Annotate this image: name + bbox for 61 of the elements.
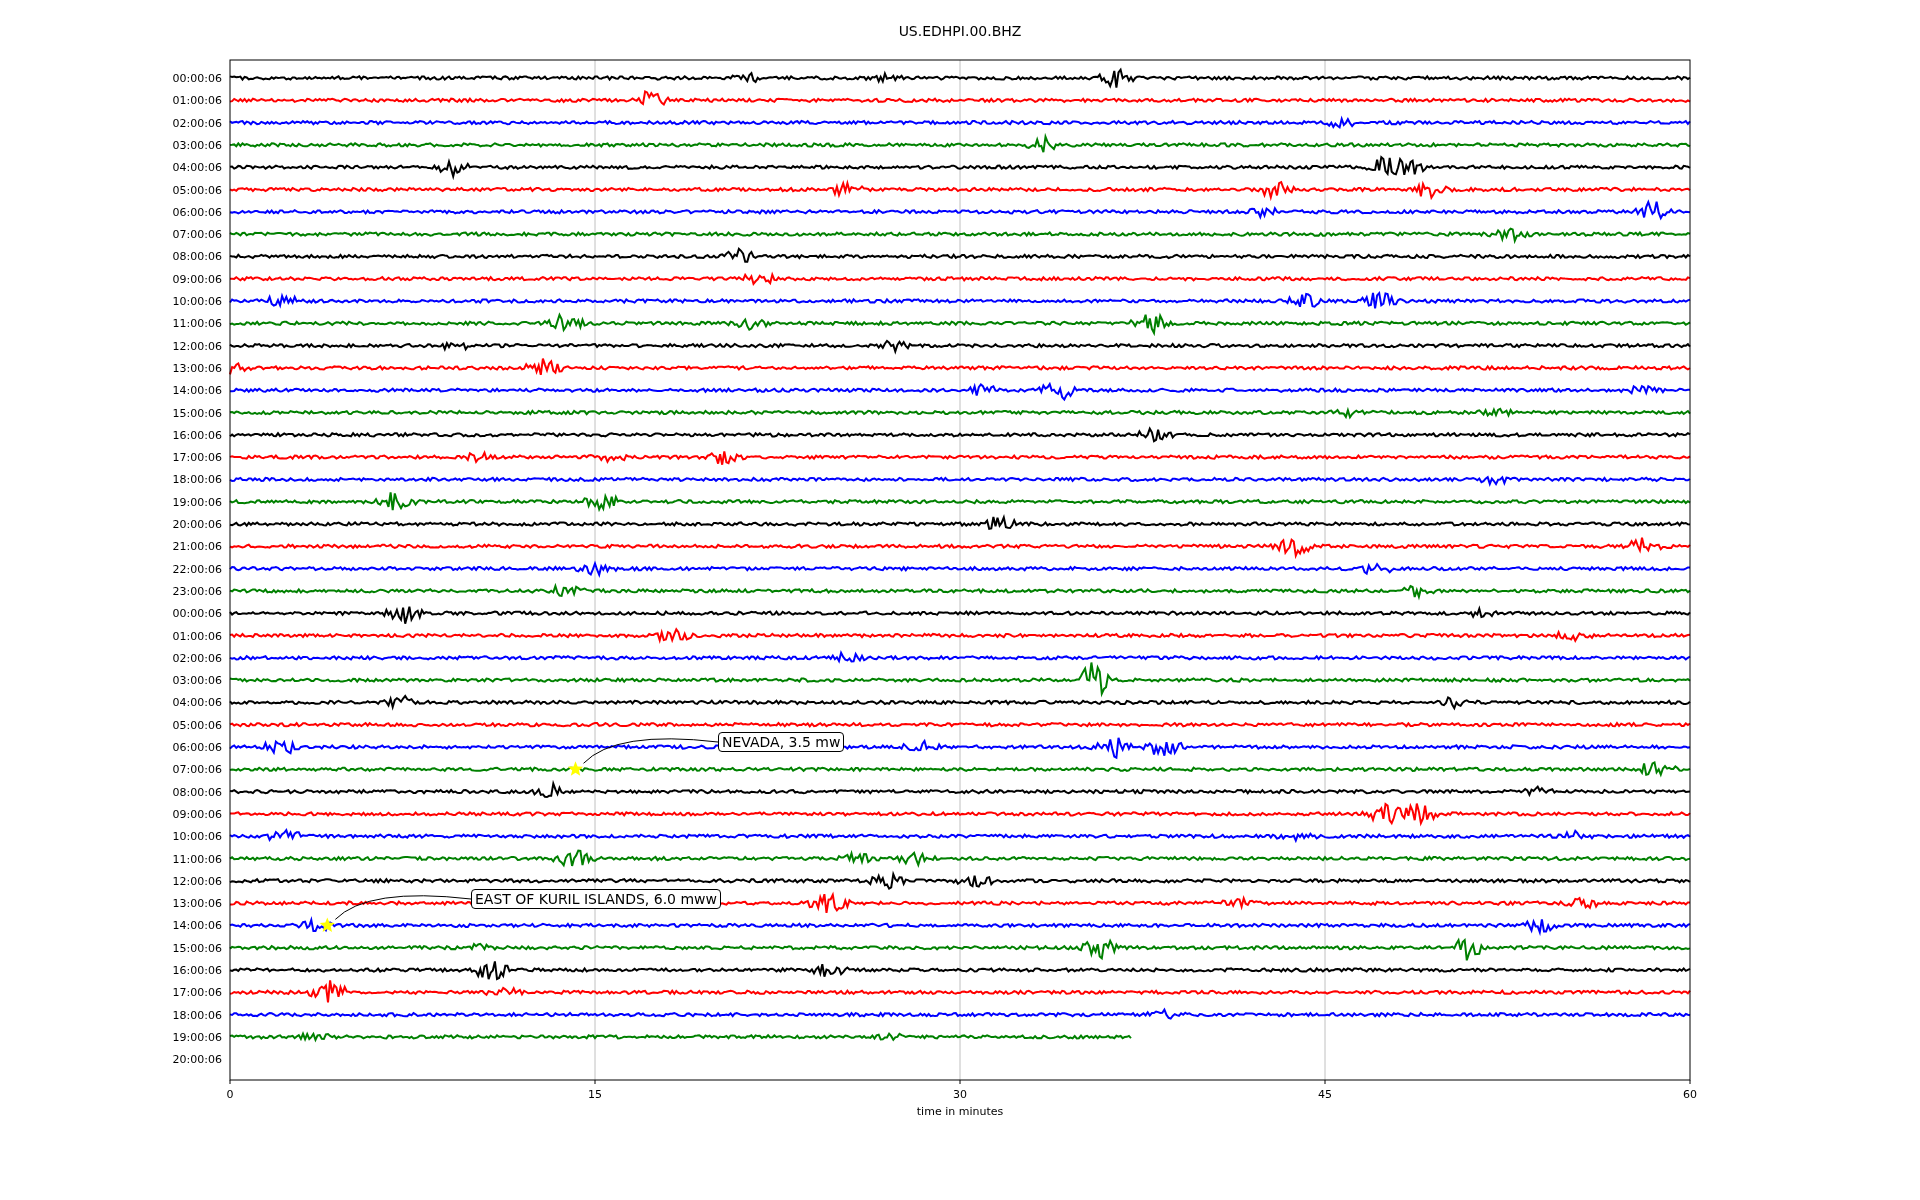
- y-tick-label: 12:00:06: [172, 874, 222, 888]
- y-tick-label: 05:00:06: [172, 183, 222, 197]
- y-tick-label: 16:00:06: [172, 964, 222, 977]
- y-tick-label: 16:00:06: [172, 428, 222, 442]
- y-tick-label: 03:00:06: [172, 138, 222, 152]
- y-tick-label: 03:00:06: [172, 674, 222, 688]
- y-tick-label: 20:00:06: [172, 518, 222, 531]
- y-tick-label: 01:00:06: [172, 94, 222, 108]
- y-tick-label: 05:00:06: [172, 718, 222, 732]
- y-tick-label: 17:00:06: [172, 451, 222, 465]
- y-tick-label: 01:00:06: [172, 629, 222, 643]
- y-tick-label: 14:00:06: [172, 384, 222, 398]
- y-tick-label: 00:00:06: [172, 72, 222, 85]
- y-tick-label: 02:00:06: [172, 651, 222, 665]
- y-tick-label: 07:00:06: [172, 228, 222, 242]
- y-tick-label: 09:00:06: [172, 272, 222, 286]
- y-tick-label: 13:00:06: [172, 897, 222, 911]
- x-axis-label: time in minutes: [915, 1104, 1005, 1120]
- y-tick-label: 19:00:06: [172, 1030, 222, 1044]
- y-tick-label: 08:00:06: [172, 250, 222, 264]
- y-tick-label: 04:00:06: [172, 161, 222, 175]
- y-tick-label: 00:00:06: [172, 607, 222, 621]
- y-tick-label: 10:00:06: [172, 295, 222, 308]
- y-tick-label: 13:00:06: [172, 361, 222, 375]
- y-tick-label: 11:00:06: [172, 317, 222, 331]
- tick-mark: [1689, 1079, 1691, 1085]
- y-tick-label: 18:00:06: [172, 473, 222, 487]
- y-tick-label: 08:00:06: [172, 785, 222, 799]
- y-tick-label: 15:00:06: [172, 941, 222, 955]
- star-icon: [319, 917, 335, 932]
- tick-mark: [1324, 1079, 1326, 1085]
- y-tick-label: 11:00:06: [172, 852, 222, 866]
- event-annotation: EAST OF KURIL ISLANDS, 6.0 mww: [471, 889, 721, 909]
- y-tick-label: 02:00:06: [172, 116, 222, 130]
- y-tick-label: 12:00:06: [172, 339, 222, 353]
- y-tick-label: 06:00:06: [172, 205, 222, 219]
- y-tick-label: 10:00:06: [172, 830, 222, 844]
- tick-mark: [594, 1079, 596, 1085]
- star-icon: [567, 761, 584, 776]
- event-annotation: NEVADA, 3.5 mw: [718, 732, 845, 752]
- y-tick-label: 06:00:06: [172, 741, 222, 754]
- y-tick-label: 21:00:06: [172, 540, 222, 554]
- y-tick-label: 09:00:06: [172, 807, 222, 821]
- tick-mark: [229, 1079, 231, 1085]
- y-tick-label: 04:00:06: [172, 696, 222, 710]
- y-tick-label: 18:00:06: [172, 1008, 222, 1022]
- chart-title: US.EDHPI.00.BHZ: [897, 22, 1023, 41]
- y-tick-label: 15:00:06: [172, 406, 222, 420]
- y-tick-label: 17:00:06: [172, 986, 222, 1000]
- x-tick-label: 15: [588, 1088, 602, 1101]
- tick-mark: [959, 1079, 961, 1085]
- y-tick-label: 20:00:06: [172, 1053, 222, 1067]
- y-tick-label: 22:00:06: [172, 562, 222, 576]
- x-tick-label: 30: [953, 1088, 967, 1101]
- x-tick-label: 60: [1683, 1088, 1697, 1101]
- x-tick-label: 0: [226, 1088, 234, 1101]
- y-tick-label: 14:00:06: [172, 919, 222, 933]
- y-tick-label: 23:00:06: [172, 584, 222, 598]
- x-tick-label: 45: [1318, 1088, 1332, 1101]
- y-tick-label: 07:00:06: [172, 763, 222, 777]
- y-tick-label: 19:00:06: [172, 495, 222, 509]
